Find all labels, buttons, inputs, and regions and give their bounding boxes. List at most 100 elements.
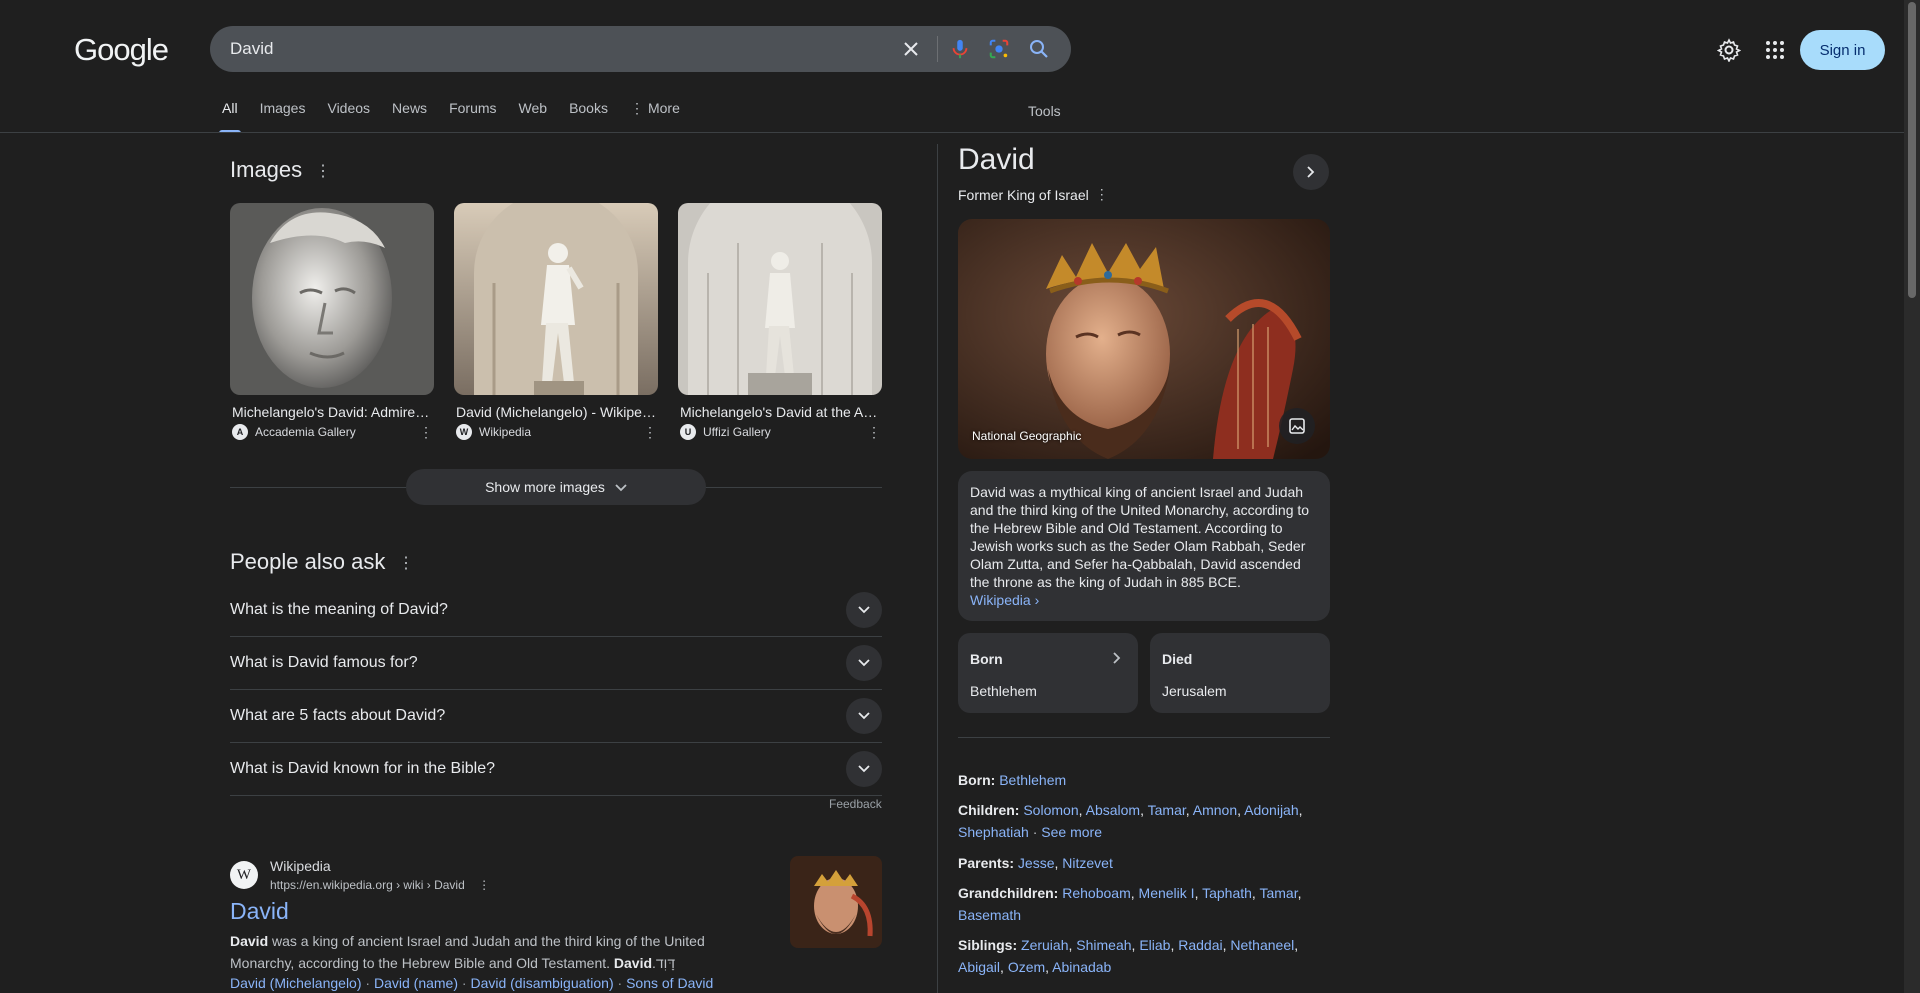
fact-label: Died — [1162, 651, 1193, 667]
image-gallery-icon[interactable] — [1279, 408, 1315, 444]
fact-link[interactable]: Eliab — [1139, 937, 1170, 953]
sitelink[interactable]: David (disambiguation) — [470, 975, 613, 991]
chevron-down-icon[interactable] — [846, 592, 882, 628]
kp-description: David was a mythical king of ancient Isr… — [958, 471, 1330, 621]
more-vert-icon[interactable]: ⋮ — [396, 553, 416, 573]
comma: , — [1194, 885, 1203, 901]
image-title[interactable]: Michelangelo's David: Admired... — [230, 404, 434, 420]
tab-images[interactable]: Images — [260, 100, 306, 132]
sign-in-button[interactable]: Sign in — [1800, 30, 1885, 70]
chevron-down-icon — [615, 479, 627, 495]
feedback-link[interactable]: Feedback — [829, 797, 882, 811]
faq-question: What is David famous for? — [230, 654, 418, 671]
fact-link[interactable]: Amnon — [1193, 802, 1237, 818]
sitelink[interactable]: David (name) — [374, 975, 458, 991]
fact-link[interactable]: Basemath — [958, 907, 1021, 923]
search-input[interactable] — [230, 39, 870, 59]
fact-link[interactable]: Nethaneel — [1230, 937, 1294, 953]
fact-link[interactable]: Shephatiah — [958, 824, 1029, 840]
image-title[interactable]: David (Michelangelo) - Wikipedia — [454, 404, 658, 420]
fact-link[interactable]: Bethlehem — [999, 772, 1066, 788]
fact-link[interactable]: Nitzevet — [1062, 855, 1113, 871]
tab-news[interactable]: News — [392, 100, 427, 132]
comma: , — [1078, 802, 1086, 818]
image-title[interactable]: Michelangelo's David at the Accademia — [678, 404, 882, 420]
image-thumbnail[interactable] — [678, 203, 882, 395]
search-icon[interactable] — [1027, 37, 1051, 61]
sitelink[interactable]: David (Michelangelo) — [230, 975, 362, 991]
kp-main-image[interactable]: National Geographic — [958, 219, 1330, 459]
fact-link[interactable]: Ozem — [1008, 959, 1045, 975]
fact-link[interactable]: Shimeah — [1076, 937, 1131, 953]
image-thumbnail[interactable] — [454, 203, 658, 395]
more-vert-icon[interactable]: ⋮ — [1095, 186, 1109, 203]
google-logo[interactable]: Google — [74, 32, 169, 68]
fact-link[interactable]: Abinadab — [1052, 959, 1111, 975]
kp-description-source-link[interactable]: Wikipedia › — [970, 591, 1318, 609]
accademia-favicon-icon: A — [232, 424, 248, 440]
tab-all[interactable]: All — [219, 100, 241, 133]
kp-subtitle: Former King of Israel ⋮ — [958, 186, 1109, 203]
image-card[interactable]: Michelangelo's David: Admired... A Accad… — [230, 203, 434, 440]
fact-link[interactable]: Solomon — [1023, 802, 1078, 818]
tab-forums[interactable]: Forums — [449, 100, 496, 132]
snippet-bold: David — [613, 955, 653, 971]
chevron-down-icon[interactable] — [846, 751, 882, 787]
fact-link[interactable]: Menelik I — [1139, 885, 1195, 901]
image-card[interactable]: Michelangelo's David at the Accademia U … — [678, 203, 882, 440]
faq-question: What is the meaning of David? — [230, 601, 448, 618]
fact-link[interactable]: Jesse — [1018, 855, 1055, 871]
tab-videos[interactable]: Videos — [327, 100, 370, 132]
faq-item[interactable]: What is David famous for? — [230, 637, 882, 690]
kp-died-card[interactable]: Died Jerusalem — [1150, 633, 1330, 713]
chevron-down-icon[interactable] — [846, 698, 882, 734]
faq-item[interactable]: What is David known for in the Bible? — [230, 743, 882, 796]
tools-button[interactable]: Tools — [1028, 103, 1061, 119]
page-scrollbar[interactable] — [1904, 0, 1920, 993]
see-more-link[interactable]: See more — [1041, 824, 1102, 840]
fact-link[interactable]: Rehoboam — [1062, 885, 1131, 901]
result-url[interactable]: https://en.wikipedia.org › wiki › David … — [270, 878, 490, 892]
comma: , — [1000, 959, 1008, 975]
fact-link[interactable]: Adonijah — [1244, 802, 1299, 818]
tab-more[interactable]: ⋮ More — [630, 100, 680, 132]
image-source[interactable]: U Uffizi Gallery — [678, 424, 882, 440]
result-thumbnail[interactable] — [790, 856, 882, 948]
kp-description-text: David was a mythical king of ancient Isr… — [970, 484, 1310, 590]
fact-link[interactable]: Tamar — [1148, 802, 1186, 818]
tab-books[interactable]: Books — [569, 100, 608, 132]
image-source[interactable]: W Wikipedia — [454, 424, 658, 440]
more-vert-icon[interactable]: ⋮ — [478, 878, 490, 892]
more-vert-icon[interactable]: ⋮ — [642, 424, 658, 440]
image-thumbnail[interactable] — [230, 203, 434, 395]
image-card[interactable]: David (Michelangelo) - Wikipedia W Wikip… — [454, 203, 658, 440]
sitelink[interactable]: Sons of David — [626, 975, 713, 991]
tab-web[interactable]: Web — [519, 100, 548, 132]
more-vert-icon[interactable]: ⋮ — [313, 161, 333, 181]
more-vert-icon[interactable]: ⋮ — [418, 424, 434, 440]
faq-item[interactable]: What are 5 facts about David? — [230, 690, 882, 743]
result-title-link[interactable]: David — [230, 898, 289, 925]
fact-link[interactable]: Tamar — [1259, 885, 1297, 901]
fact-link[interactable]: Zeruiah — [1021, 937, 1068, 953]
lens-icon[interactable] — [987, 37, 1011, 61]
kp-born-card[interactable]: Born Bethlehem — [958, 633, 1138, 713]
clear-icon[interactable] — [899, 37, 923, 61]
more-vert-icon[interactable]: ⋮ — [866, 424, 882, 440]
uffizi-favicon-icon: U — [680, 424, 696, 440]
microphone-icon[interactable] — [948, 37, 972, 61]
fact-link[interactable]: Absalom — [1086, 802, 1140, 818]
apps-grid-icon[interactable] — [1759, 34, 1791, 66]
chevron-down-icon[interactable] — [846, 645, 882, 681]
faq-item[interactable]: What is the meaning of David? — [230, 584, 882, 637]
fact-link[interactable]: Taphath — [1202, 885, 1252, 901]
chevron-right-icon[interactable] — [1293, 154, 1329, 190]
result-site-name[interactable]: Wikipedia — [270, 858, 331, 874]
image-source[interactable]: A Accademia Gallery — [230, 424, 434, 440]
fact-link[interactable]: Raddai — [1178, 937, 1222, 953]
scrollbar-thumb[interactable] — [1908, 2, 1916, 298]
image-source-name: Wikipedia — [479, 425, 532, 439]
settings-gear-icon[interactable] — [1713, 34, 1745, 66]
show-more-images-button[interactable]: Show more images — [406, 469, 706, 505]
fact-link[interactable]: Abigail — [958, 959, 1000, 975]
